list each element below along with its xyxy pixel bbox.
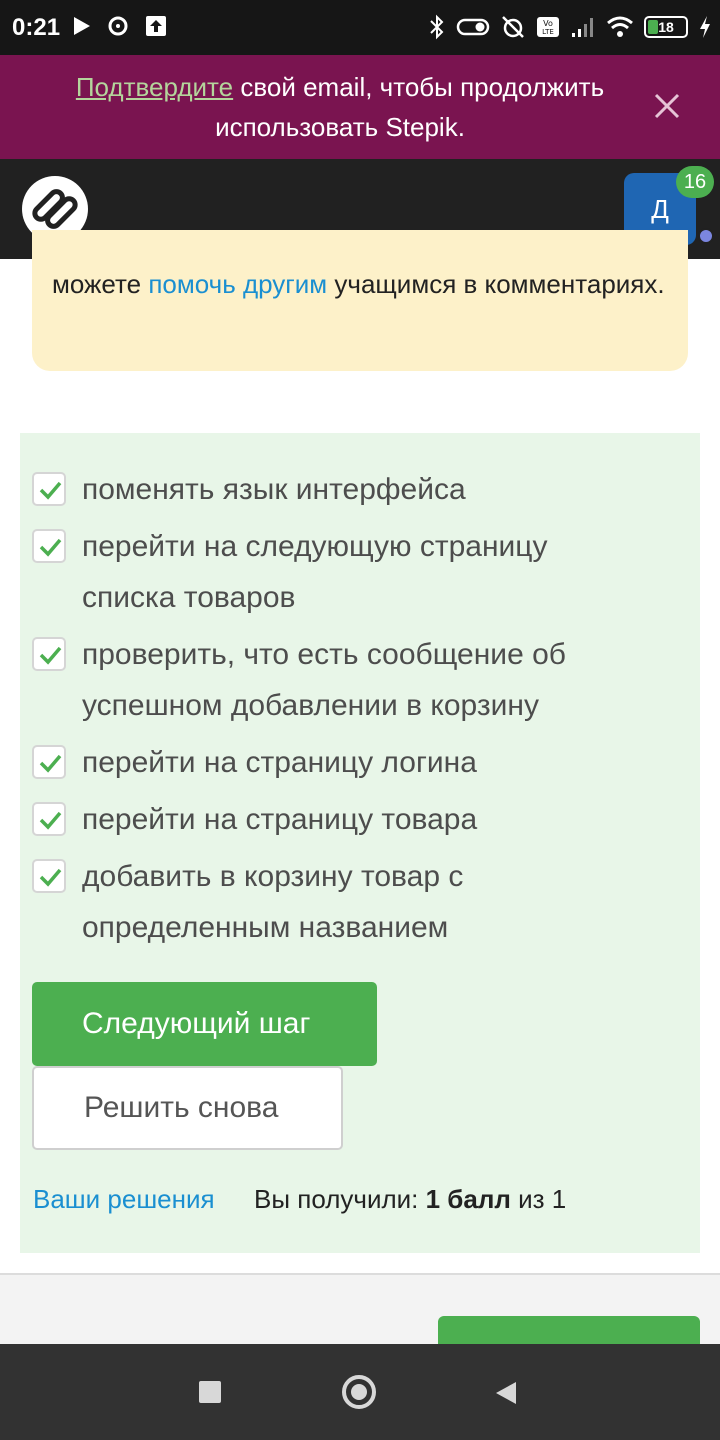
- svg-text:LTE: LTE: [542, 28, 554, 36]
- info-prefix: можете: [52, 269, 149, 299]
- option-item[interactable]: проверить, что есть сообщение об успешно…: [32, 635, 652, 735]
- checkbox[interactable]: [32, 859, 66, 893]
- option-label: перейти на страницу товара: [82, 803, 478, 836]
- info-suffix: учащимся в комментариях.: [327, 269, 665, 299]
- option-label: поменять язык интерфейса: [82, 473, 466, 506]
- status-right-icons: Vo LTE 18: [428, 14, 712, 40]
- checkbox[interactable]: [32, 745, 66, 779]
- option-label: перейти на страницу логина: [82, 746, 477, 779]
- solve-again-button[interactable]: Решить снова: [32, 1066, 343, 1150]
- notification-badge[interactable]: 16: [676, 166, 714, 198]
- score-prefix: Вы получили:: [254, 1184, 426, 1214]
- recents-icon[interactable]: [199, 1381, 221, 1403]
- info-text: можете помочь другим учащимся в коммента…: [52, 262, 672, 306]
- svg-text:Vo: Vo: [543, 19, 553, 28]
- check-icon: [39, 481, 62, 500]
- check-icon: [39, 538, 62, 557]
- score-suffix: из 1: [510, 1184, 567, 1214]
- back-icon[interactable]: [494, 1380, 518, 1406]
- checkbox[interactable]: [32, 637, 66, 671]
- battery-level: 18: [658, 19, 674, 35]
- banner-text: свой email, чтобы продолжить использоват…: [215, 72, 605, 142]
- score-value: 1 балл: [425, 1184, 511, 1214]
- alarm-off-icon: [502, 16, 524, 38]
- option-item[interactable]: поменять язык интерфейса: [32, 470, 652, 510]
- bluetooth-icon: [430, 14, 444, 40]
- charging-icon: [700, 16, 710, 38]
- option-label: добавить в корзину товар с определенным …: [82, 860, 464, 944]
- play-icon: [74, 17, 90, 35]
- option-item[interactable]: добавить в корзину товар с определенным …: [32, 857, 652, 957]
- media-icon: [108, 16, 128, 36]
- confirm-email-link[interactable]: Подтвердите: [76, 72, 233, 102]
- status-time: 0:21: [12, 14, 61, 41]
- option-label: перейти на следующую страницу списка тов…: [82, 530, 548, 614]
- check-icon: [39, 868, 62, 887]
- toggle-icon: [456, 18, 490, 36]
- volte-icon: VoLTE: [537, 17, 559, 37]
- checkbox[interactable]: [32, 529, 66, 563]
- checkbox[interactable]: [32, 802, 66, 836]
- banner-message: Подтвердите свой email, чтобы продолжить…: [70, 67, 610, 147]
- signal-icon: [572, 18, 593, 37]
- check-icon: [39, 646, 62, 665]
- option-item[interactable]: перейти на страницу товара: [32, 800, 652, 840]
- help-others-link[interactable]: помочь другим: [148, 269, 327, 299]
- status-left-icons: [72, 14, 168, 38]
- home-icon[interactable]: [342, 1375, 376, 1409]
- check-icon: [39, 754, 62, 773]
- battery-icon: 18: [644, 16, 688, 38]
- system-nav-bar: [0, 1344, 720, 1440]
- next-step-button[interactable]: Следующий шаг: [32, 982, 377, 1066]
- online-status-dot: [698, 228, 714, 244]
- your-solutions-link[interactable]: Ваши решения: [33, 1184, 215, 1215]
- score-text: Вы получили: 1 балл из 1: [254, 1184, 566, 1215]
- option-label: проверить, что есть сообщение об успешно…: [82, 638, 566, 722]
- upload-icon: [146, 16, 166, 36]
- option-item[interactable]: перейти на страницу логина: [32, 743, 652, 783]
- email-confirm-banner: Подтвердите свой email, чтобы продолжить…: [0, 55, 720, 159]
- check-icon: [39, 811, 62, 830]
- wifi-icon: [607, 16, 633, 37]
- option-item[interactable]: перейти на следующую страницу списка тов…: [32, 527, 652, 627]
- status-bar: 0:21 Vo LTE 18: [0, 0, 720, 55]
- close-icon[interactable]: [652, 91, 682, 121]
- checkbox[interactable]: [32, 472, 66, 506]
